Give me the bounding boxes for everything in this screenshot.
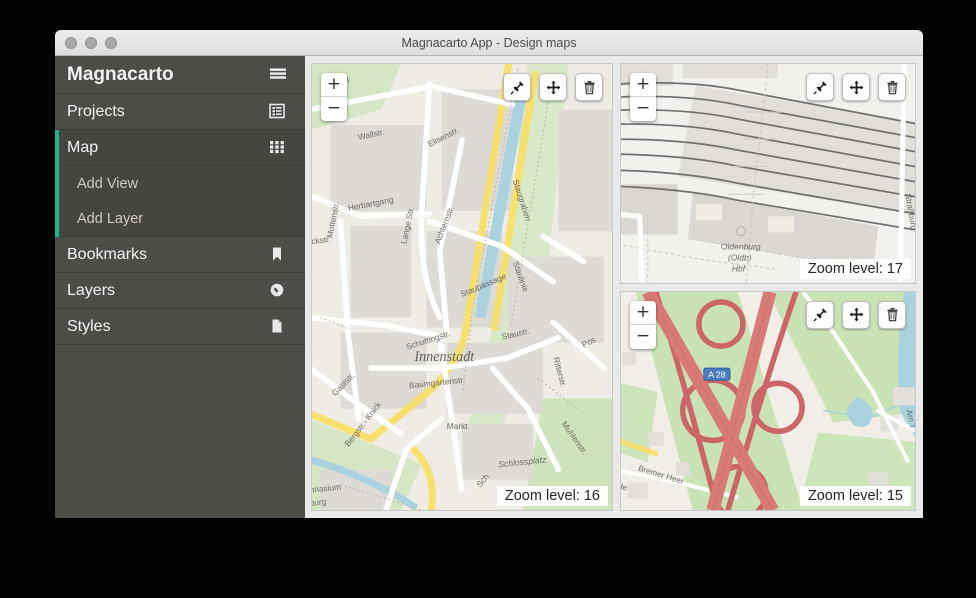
zoom-control-autobahn: + − [630, 300, 656, 349]
list-box-icon [269, 103, 287, 121]
sidebar-item-add-view[interactable]: Add View [55, 166, 305, 201]
zoom-level-badge: Zoom level: 15 [799, 486, 911, 506]
pin-button[interactable] [503, 73, 531, 101]
trash-icon [885, 80, 900, 95]
sidebar-group-map: Map Add View Add Layer [55, 130, 305, 237]
sidebar-submenu-map: Add View Add Layer [55, 166, 305, 237]
pin-icon [812, 80, 828, 95]
map-column-right: Oldenburg (Oldb) Hbf Straßburg + − Zoom … [620, 63, 916, 511]
move-button[interactable] [539, 73, 567, 101]
sidebar-empty-space [55, 345, 305, 518]
document-icon [269, 318, 287, 336]
grid-icon [269, 139, 287, 157]
zoom-in-button[interactable]: + [630, 301, 656, 325]
map-panel-autobahn[interactable]: A 28 Bremer Heer de Am T + − Zoom level:… [620, 290, 916, 511]
sidebar-item-map[interactable]: Map [55, 130, 305, 166]
zoom-in-button[interactable]: + [630, 73, 656, 97]
sidebar-subitem-label: Add View [77, 175, 138, 192]
sidebar-group-projects: Projects [55, 94, 305, 130]
road-shield-a28: A 28 [703, 367, 731, 381]
svg-text:Oldenburg: Oldenburg [721, 241, 761, 251]
globe-icon [269, 282, 287, 300]
hamburger-menu-icon[interactable] [269, 66, 287, 84]
sidebar-item-label: Layers [67, 281, 116, 299]
window-titlebar: Magnacarto App - Design maps [55, 30, 923, 56]
map-panel-hauptbahnhof[interactable]: Oldenburg (Oldb) Hbf Straßburg + − Zoom … [620, 63, 916, 284]
svg-text:Innenstadt: Innenstadt [413, 349, 475, 365]
delete-button[interactable] [575, 73, 603, 101]
move-button[interactable] [842, 73, 870, 101]
bookmark-icon [269, 246, 287, 264]
svg-text:A 28: A 28 [708, 369, 725, 379]
delete-button[interactable] [878, 300, 906, 329]
svg-text:burg: burg [312, 496, 327, 508]
map-panel-innenstadt[interactable]: Wall Wallstr. Herbartgang Elisenstr. Mot… [311, 63, 613, 511]
zoom-out-button[interactable]: − [630, 97, 656, 121]
sidebar-item-projects[interactable]: Projects [55, 94, 305, 130]
map-canvas-innenstadt: Wall Wallstr. Herbartgang Elisenstr. Mot… [312, 64, 612, 510]
map-workspace: Wall Wallstr. Herbartgang Elisenstr. Mot… [305, 56, 923, 518]
zoom-level-badge: Zoom level: 16 [496, 486, 608, 506]
sidebar-item-label: Styles [67, 317, 111, 335]
map-column-left: Wall Wallstr. Herbartgang Elisenstr. Mot… [311, 63, 613, 511]
sidebar-item-styles[interactable]: Styles [55, 309, 305, 345]
svg-text:(Oldb): (Oldb) [728, 252, 752, 262]
svg-text:Markt: Markt [447, 421, 468, 431]
zoom-out-button[interactable]: − [630, 325, 656, 349]
sidebar-item-label: Projects [67, 102, 125, 120]
move-arrows-icon [849, 307, 864, 322]
zoom-in-button[interactable]: + [321, 73, 347, 97]
pin-icon [509, 80, 525, 95]
zoom-out-button[interactable]: − [321, 97, 347, 121]
window-body: Magnacarto Projects Map Add View Add Lay… [55, 56, 923, 518]
sidebar-group-styles: Styles [55, 309, 305, 345]
sidebar-group-bookmarks: Bookmarks [55, 237, 305, 273]
sidebar-item-layers[interactable]: Layers [55, 273, 305, 309]
map-toolbar-innenstadt [503, 73, 603, 101]
svg-text:Hbf: Hbf [732, 263, 747, 273]
map-toolbar-hauptbahnhof [806, 73, 906, 101]
app-window: Magnacarto App - Design maps Magnacarto [55, 30, 923, 518]
sidebar-item-add-layer[interactable]: Add Layer [55, 201, 305, 236]
brand-label: Magnacarto [67, 63, 174, 85]
move-arrows-icon [546, 80, 561, 95]
window-title: Magnacarto App - Design maps [401, 35, 577, 50]
sidebar-group-layers: Layers [55, 273, 305, 309]
pin-button[interactable] [806, 300, 834, 329]
sidebar-item-label: Map [67, 138, 99, 156]
trash-icon [885, 307, 900, 322]
trash-icon [582, 80, 597, 95]
pin-button[interactable] [806, 73, 834, 101]
zoom-control-innenstadt: + − [321, 73, 347, 121]
sidebar-item-bookmarks[interactable]: Bookmarks [55, 237, 305, 273]
sidebar-item-label: Bookmarks [67, 245, 148, 263]
sidebar: Magnacarto Projects Map Add View Add Lay… [55, 56, 305, 518]
map-toolbar-autobahn [806, 300, 906, 329]
move-button[interactable] [842, 300, 870, 329]
sidebar-subitem-label: Add Layer [77, 210, 144, 227]
zoom-control-hauptbahnhof: + − [630, 73, 656, 121]
pin-icon [812, 307, 828, 322]
sidebar-brand[interactable]: Magnacarto [55, 56, 305, 94]
delete-button[interactable] [878, 73, 906, 101]
move-arrows-icon [849, 80, 864, 95]
zoom-level-badge: Zoom level: 17 [799, 258, 911, 279]
